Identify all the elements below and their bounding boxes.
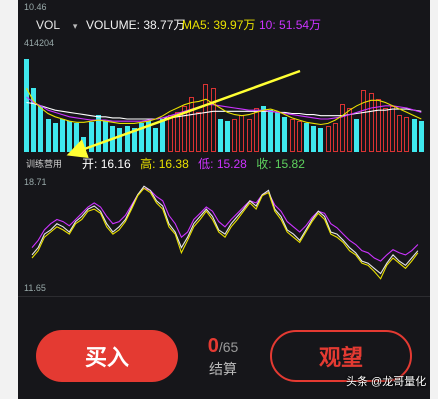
buy-button[interactable]: 买入 xyxy=(36,330,178,382)
close-value: 15.82 xyxy=(274,157,305,171)
high-label: 高: xyxy=(140,157,156,171)
high-value: 16.38 xyxy=(158,157,189,171)
buy-button-label: 买入 xyxy=(84,345,129,370)
counter-total: /65 xyxy=(218,339,239,355)
annotation-arrow-icon xyxy=(66,69,301,159)
price-line-purple xyxy=(31,187,419,262)
open-value: 16.16 xyxy=(100,157,131,171)
price-chart xyxy=(31,185,419,280)
open-label: 开: xyxy=(82,157,98,171)
watermark: 头条 @龙哥量化 xyxy=(346,376,427,388)
low-label: 低: xyxy=(198,157,214,171)
settlement-counter: 0/65 结算 xyxy=(196,334,250,378)
chart-divider xyxy=(18,296,430,297)
app-window: 10.46 VOL ▾ VOLUME: 38.77万 MA5: 39.97万 1… xyxy=(18,0,430,399)
ohlc-row: 开: 16.16 高: 16.38 低: 15.28 收: 15.82 xyxy=(82,158,305,170)
price-axis-bottom-label: 11.65 xyxy=(24,283,46,293)
watch-button-label: 观望 xyxy=(318,345,363,370)
watch-button[interactable]: 观望 xyxy=(270,330,412,382)
close-label: 收: xyxy=(256,157,272,171)
low-value: 15.28 xyxy=(216,157,247,171)
training-camp-tag: 训练营用 xyxy=(26,159,63,169)
counter-current: 0 xyxy=(207,335,219,357)
counter-label: 结算 xyxy=(209,361,237,377)
